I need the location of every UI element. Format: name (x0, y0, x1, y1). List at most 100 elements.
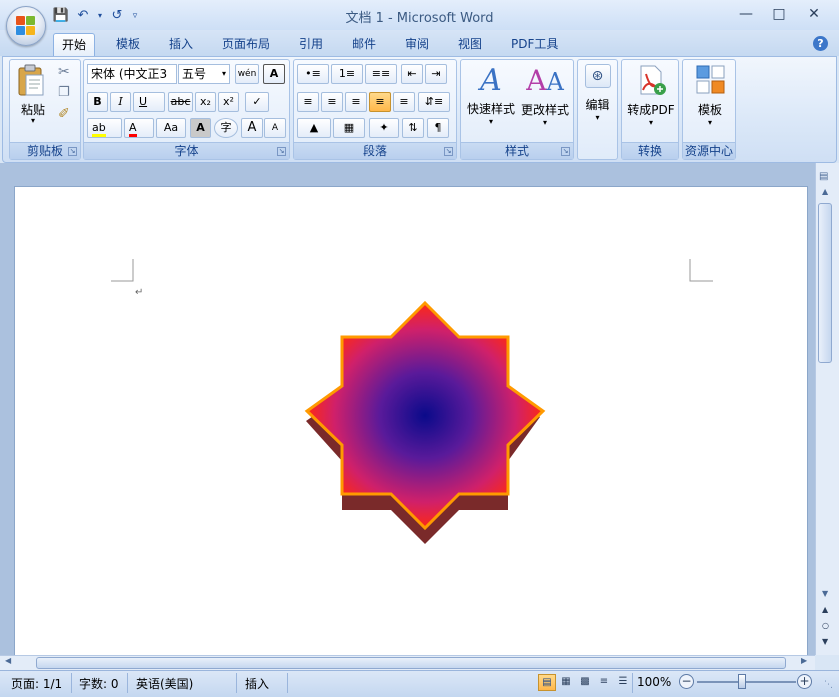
minimize-icon[interactable]: — (733, 4, 759, 24)
borders-icon[interactable]: ▦ (333, 118, 365, 138)
zoom-level[interactable]: 100% (637, 675, 671, 689)
language-status[interactable]: 英语(美国) (136, 675, 193, 692)
margin-mark-right (689, 259, 713, 282)
font-color-button[interactable]: A (124, 118, 154, 138)
vertical-scrollbar[interactable]: ▤ ▲ ▼ ▲ ○ ▼ (815, 163, 839, 655)
quick-styles-button[interactable]: A 快速样式 ▾ (465, 62, 517, 132)
tab-review[interactable]: 审阅 (397, 33, 437, 56)
tab-templates[interactable]: 模板 (108, 33, 148, 56)
paragraph-launcher-icon[interactable]: ↘ (444, 147, 453, 156)
line-spacing-icon[interactable]: ⇵≡ (418, 92, 450, 112)
editing-button[interactable]: ⊛ 编辑 ▾ (581, 64, 614, 134)
zoom-slider-track[interactable] (697, 681, 796, 683)
convert-pdf-label: 转成PDF (627, 103, 675, 117)
tab-mailings[interactable]: 邮件 (344, 33, 384, 56)
tab-home[interactable]: 开始 (53, 33, 96, 56)
sort-icon[interactable]: ⇅ (402, 118, 424, 138)
zoom-in-icon[interactable]: + (797, 674, 812, 689)
paste-button[interactable]: 粘贴 ▾ (16, 64, 50, 125)
tab-references[interactable]: 引用 (291, 33, 331, 56)
templates-dropdown-icon: ▾ (707, 118, 712, 127)
tab-insert[interactable]: 插入 (161, 33, 201, 56)
help-icon[interactable]: ? (813, 36, 828, 51)
grow-font-button[interactable]: A (241, 118, 263, 138)
full-screen-reading-view-icon[interactable]: ▦ (557, 674, 575, 691)
zoom-out-icon[interactable]: − (679, 674, 694, 689)
align-left-icon[interactable]: ≡ (297, 92, 319, 112)
clipboard-launcher-icon[interactable]: ↘ (68, 147, 77, 156)
horizontal-scroll-thumb[interactable] (36, 657, 786, 669)
editing-group: ⊛ 编辑 ▾ (577, 59, 618, 160)
char-border-button[interactable]: A (263, 64, 285, 84)
next-page-icon[interactable]: ▼ (822, 637, 828, 646)
justify-icon[interactable]: ≡ (369, 92, 391, 112)
underline-button[interactable]: U (133, 92, 165, 112)
clipboard-group: 粘贴 ▾ ✂ ❐ ✐ 剪贴板 ↘ (9, 59, 81, 160)
increase-indent-icon[interactable]: ⇥ (425, 64, 447, 84)
format-painter-icon[interactable]: ✐ (58, 106, 70, 122)
horizontal-scrollbar[interactable]: ◀ ▶ (0, 655, 815, 670)
cut-icon[interactable]: ✂ (58, 64, 70, 80)
templates-icon (696, 65, 725, 94)
font-size-combo[interactable]: 五号 ▾ (178, 64, 230, 84)
zoom-slider-thumb[interactable] (738, 674, 746, 689)
scroll-right-icon[interactable]: ▶ (801, 656, 807, 665)
change-styles-button[interactable]: AA 更改样式 ▾ (518, 62, 572, 132)
font-launcher-icon[interactable]: ↘ (277, 147, 286, 156)
tab-view[interactable]: 视图 (450, 33, 490, 56)
highlight-button[interactable]: ab (87, 118, 122, 138)
multilevel-list-icon[interactable]: ≡≡ (365, 64, 397, 84)
decrease-indent-icon[interactable]: ⇤ (401, 64, 423, 84)
shading-icon[interactable]: ▲ (297, 118, 331, 138)
ruler-toggle-icon[interactable]: ▤ (819, 171, 828, 182)
close-icon[interactable]: ✕ (801, 4, 827, 24)
bold-button[interactable]: B (87, 92, 108, 112)
tab-page-layout[interactable]: 页面布局 (214, 33, 278, 56)
char-shading-button[interactable]: A (190, 118, 211, 138)
enclose-chars-button[interactable]: 字 (214, 118, 238, 138)
numbering-icon[interactable]: 1≡ (331, 64, 363, 84)
paste-dropdown-icon[interactable]: ▾ (16, 117, 50, 125)
star-shape[interactable] (300, 299, 550, 544)
convert-pdf-button[interactable]: 转成PDF ▾ (624, 64, 678, 134)
page-count-status[interactable]: 页面: 1/1 (11, 675, 62, 692)
maximize-icon[interactable]: □ (766, 4, 792, 24)
print-layout-view-icon[interactable]: ▤ (538, 674, 556, 691)
copy-icon[interactable]: ❐ (58, 85, 70, 100)
vertical-scroll-thumb[interactable] (818, 203, 832, 363)
insert-mode-status[interactable]: 插入 (245, 675, 269, 692)
resize-grip-icon[interactable]: ⋱ (824, 680, 833, 690)
scroll-down-icon[interactable]: ▼ (822, 589, 828, 598)
scroll-up-icon[interactable]: ▲ (822, 187, 828, 196)
change-case-button[interactable]: Aa (156, 118, 186, 138)
align-center-icon[interactable]: ≡ (321, 92, 343, 112)
templates-button[interactable]: 模板 ▾ (685, 64, 735, 134)
word-count-status[interactable]: 字数: 0 (79, 675, 119, 692)
previous-page-icon[interactable]: ▲ (822, 605, 828, 614)
bullets-icon[interactable]: •≡ (297, 64, 329, 84)
draft-view-icon[interactable]: ☰ (614, 674, 632, 691)
distributed-icon[interactable]: ≡ (393, 92, 415, 112)
change-styles-dropdown-icon: ▾ (542, 118, 547, 127)
subscript-button[interactable]: x₂ (195, 92, 216, 112)
office-button[interactable] (6, 6, 46, 46)
tab-pdf-tools[interactable]: PDF工具 (503, 33, 566, 56)
scroll-left-icon[interactable]: ◀ (5, 656, 11, 665)
document-page[interactable]: ↵ (14, 186, 808, 656)
select-browse-object-icon[interactable]: ○ (822, 621, 829, 630)
outline-view-icon[interactable]: ≡ (595, 674, 613, 691)
shrink-font-button[interactable]: A (264, 118, 286, 138)
strikethrough-button[interactable]: abc (168, 92, 193, 112)
font-family-combo[interactable]: 宋体 (中文正3 (87, 64, 177, 84)
italic-button[interactable]: I (110, 92, 131, 112)
align-right-icon[interactable]: ≡ (345, 92, 367, 112)
status-separator (287, 673, 288, 693)
styles-launcher-icon[interactable]: ↘ (561, 147, 570, 156)
show-marks-icon[interactable]: ¶ (427, 118, 449, 138)
phonetic-guide-button[interactable]: wén (235, 64, 259, 84)
clear-formatting-icon[interactable]: ✓ (245, 92, 269, 112)
font-group: 宋体 (中文正3 五号 ▾ wén A B I U abc x₂ x² ✓ ab… (83, 59, 290, 160)
web-layout-view-icon[interactable]: ▩ (576, 674, 594, 691)
superscript-button[interactable]: x² (218, 92, 239, 112)
chinese-layout-icon[interactable]: ✦ (369, 118, 399, 138)
